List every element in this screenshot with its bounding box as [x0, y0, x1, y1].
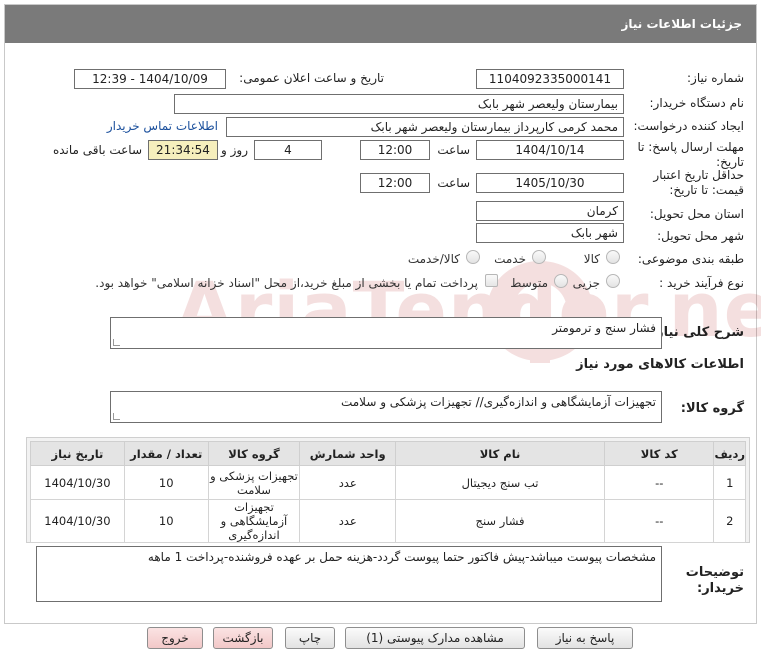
goods-section-title: اطلاعات کالاهای مورد نیاز [576, 357, 744, 372]
treasury-checkbox-label: پرداخت تمام یا بخشی از مبلغ خرید،از محل … [95, 276, 478, 290]
need-details-panel: جزئیات اطلاعات نیاز AriaTender.net شماره… [4, 4, 761, 624]
treasury-checkbox[interactable] [485, 274, 498, 287]
buyer-notes-label-line2: خریدار: [697, 581, 744, 596]
cell-name: تب سنج دیجیتال [395, 465, 605, 500]
buyer-org-label: نام دستگاه خریدار: [649, 96, 745, 110]
buyer-notes-text: مشخصات پیوست میباشد-پیش فاکتور حتما پیوس… [147, 550, 656, 564]
cell-code: -- [603, 465, 715, 500]
goods-table: ردیف کد کالا نام کالا واحد شمارش گروه کا… [30, 441, 746, 543]
cell-group: تجهیزات پزشکی و سلامت [207, 465, 301, 500]
col-header-group: گروه کالا [207, 441, 301, 466]
goods-group-textarea: تجهیزات آزمایشگاهی و اندازه‌گیری// تجهیز… [110, 391, 662, 423]
col-header-row: ردیف [713, 441, 746, 466]
cell-date: 1404/10/30 [30, 499, 125, 543]
resize-handle-icon[interactable] [113, 413, 120, 420]
announce-datetime-label: تاریخ و ساعت اعلان عمومی: [239, 71, 384, 85]
category-radio-goods[interactable] [606, 250, 620, 264]
table-row: 1 -- تب سنج دیجیتال عدد تجهیزات پزشکی و … [30, 465, 746, 500]
process-radio-medium[interactable] [554, 274, 568, 288]
view-docs-button[interactable]: مشاهده مدارک پیوستی (1) [345, 627, 525, 649]
buyer-notes-textarea: مشخصات پیوست میباشد-پیش فاکتور حتما پیوس… [36, 546, 662, 602]
cell-qty: 10 [123, 499, 209, 543]
reply-deadline-time-field: 12:00 [360, 140, 430, 160]
city-field: شهر بابک [476, 223, 624, 243]
goods-group-text: تجهیزات آزمایشگاهی و اندازه‌گیری// تجهیز… [340, 395, 656, 409]
back-button[interactable]: بازگشت [213, 627, 273, 649]
goods-group-label: گروه کالا: [680, 401, 744, 416]
price-validity-time-label: ساعت [437, 176, 470, 190]
category-label: طبقه بندی موضوعی: [637, 252, 744, 266]
reply-days-field: 4 [254, 140, 322, 160]
category-radio-goods-service[interactable] [466, 250, 480, 264]
need-number-label: شماره نیاز: [687, 71, 744, 85]
cell-date: 1404/10/30 [30, 465, 125, 500]
province-label: استان محل تحویل: [649, 207, 744, 221]
announce-datetime-field: 1404/10/09 - 12:39 [74, 69, 226, 89]
category-option-goods: کالا [583, 252, 600, 266]
requester-label: ایجاد کننده درخواست: [633, 119, 744, 133]
reply-days-label: روز و [221, 143, 248, 157]
province-field: کرمان [476, 201, 624, 221]
buyer-notes-label-line1: توضیحات [685, 565, 744, 580]
col-header-qty: تعداد / مقدار [123, 441, 209, 466]
col-header-code: کد کالا [603, 441, 715, 466]
need-desc-textarea: فشار سنج و ترمومتر [110, 317, 662, 349]
cell-unit: عدد [299, 465, 397, 500]
col-header-date: تاریخ نیاز [30, 441, 125, 466]
remaining-time-field: 21:34:54 [148, 140, 218, 160]
cell-name: فشار سنج [395, 499, 605, 543]
buyer-contact-link[interactable]: اطلاعات تماس خریدار [107, 119, 218, 133]
exit-button[interactable]: خروج [147, 627, 203, 649]
remaining-time-label: ساعت باقی مانده [52, 143, 142, 157]
process-option-medium: متوسط [510, 276, 548, 290]
cell-row: 1 [713, 465, 746, 500]
category-radio-service[interactable] [532, 250, 546, 264]
need-desc-text: فشار سنج و ترمومتر [552, 321, 656, 335]
panel-title: جزئیات اطلاعات نیاز [5, 5, 756, 43]
price-validity-date-field: 1405/10/30 [476, 173, 624, 193]
watermark-logo: AriaTender.net [45, 253, 761, 373]
need-number-field: 1104092335000141 [476, 69, 624, 89]
category-option-service: خدمت [494, 252, 526, 266]
reply-button[interactable]: پاسخ به نیاز [537, 627, 633, 649]
price-validity-time-field: 12:00 [360, 173, 430, 193]
cell-qty: 10 [123, 465, 209, 500]
city-label: شهر محل تحویل: [657, 229, 744, 243]
price-validity-label-line2: قیمت: تا تاریخ: [669, 183, 744, 197]
reply-deadline-label-line1: مهلت ارسال پاسخ: تا [637, 140, 744, 154]
resize-handle-icon[interactable] [113, 339, 120, 346]
cell-code: -- [603, 499, 715, 543]
process-radio-minor[interactable] [606, 274, 620, 288]
cell-row: 2 [713, 499, 746, 543]
watermark-emblem-icon [487, 261, 593, 363]
price-validity-label-line1: حداقل تاریخ اعتبار [653, 168, 744, 182]
buyer-org-field: بیمارستان ولیعصر شهر بابک [174, 94, 624, 114]
requester-field: محمد کرمی کارپرداز بیمارستان ولیعصر شهر … [226, 117, 624, 137]
cell-group: تجهیزات آزمایشگاهی و اندازه‌گیری [207, 499, 301, 543]
reply-deadline-date-field: 1404/10/14 [476, 140, 624, 160]
print-button[interactable]: چاپ [285, 627, 335, 649]
process-option-minor: جزیی [572, 276, 600, 290]
need-desc-label: شرح کلی نیاز: [650, 325, 744, 340]
process-type-label: نوع فرآیند خرید : [659, 276, 744, 290]
reply-deadline-label-line2: تاریخ: [716, 155, 744, 169]
col-header-name: نام کالا [395, 441, 605, 466]
col-header-unit: واحد شمارش [299, 441, 397, 466]
reply-deadline-time-label: ساعت [437, 143, 470, 157]
cell-unit: عدد [299, 499, 397, 543]
table-row: 2 -- فشار سنج عدد تجهیزات آزمایشگاهی و ا… [30, 499, 746, 543]
category-option-goods-service: کالا/خدمت [407, 252, 460, 266]
